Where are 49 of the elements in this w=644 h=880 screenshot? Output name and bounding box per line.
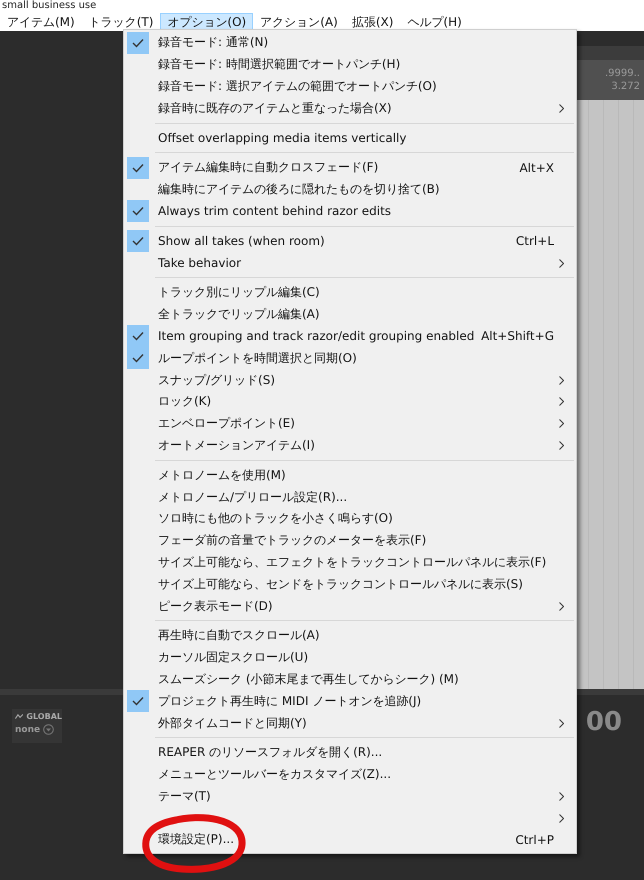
menu-item[interactable]: テーマ(T) <box>124 786 576 808</box>
menu-item[interactable]: 外部タイムコードと同期(Y) <box>124 712 576 734</box>
menu-item[interactable]: オートメーションアイテム(I) <box>124 434 576 456</box>
menu-item[interactable]: メトロノームを使用(M) <box>124 464 576 486</box>
menu-item[interactable]: 環境設定(P)... Ctrl+P <box>124 829 576 851</box>
timeline-header <box>574 46 644 60</box>
menu-item[interactable]: メニューとツールバーをカスタマイズ(Z)... <box>124 764 576 786</box>
menu-item[interactable]: サイズ上可能なら、エフェクトをトラックコントロールパネルに表示(F) <box>124 552 576 574</box>
ruler-label: .9999.. <box>605 68 640 79</box>
window-title: small business use <box>2 0 96 12</box>
menu-bar-item[interactable]: アクション(A) <box>253 12 345 32</box>
menu-item[interactable]: 録音モード: 選択アイテムの範囲でオートパンチ(O) <box>124 76 576 98</box>
menu-bar-item[interactable]: アイテム(M) <box>0 12 82 32</box>
menu-item[interactable]: 編集時にアイテムの後ろに隠れたものを切り捨て(B) <box>124 178 576 201</box>
ruler-label: 3.272 <box>611 81 640 92</box>
time-display: 00 <box>586 707 622 737</box>
menu-item[interactable]: プロジェクト再生時に MIDI ノートオンを追跡(J) <box>124 690 576 712</box>
menu-item[interactable]: ソロ時にも他のトラックを小さく鳴らす(O) <box>124 508 576 530</box>
menu-item[interactable]: スムーズシーク (小節末尾まで再生してからシーク) (M) <box>124 668 576 690</box>
menu-item[interactable]: フェーダ前の音量でトラックのメーターを表示(F) <box>124 530 576 552</box>
menu-item[interactable]: Always trim content behind razor edits <box>124 200 576 222</box>
menu-bar-item[interactable]: 拡張(X) <box>344 12 400 32</box>
menu-item[interactable]: エンベロープポイント(E) <box>124 412 576 435</box>
menu-item[interactable]: ロック(K) <box>124 390 576 413</box>
menu-item[interactable]: Show all takes (when room) Ctrl+L <box>124 230 576 252</box>
automation-mode-value: none <box>15 724 40 734</box>
menu-bar-item[interactable]: ヘルプ(H) <box>400 12 469 32</box>
menu-item[interactable]: 録音時に既存のアイテムと重なった場合(X) <box>124 97 576 120</box>
menu-item[interactable]: アイテム編集時に自動クロスフェード(F) Alt+X <box>124 156 576 179</box>
global-automation-panel[interactable]: GLOBAL none <box>12 709 62 743</box>
menu-item[interactable]: Offset overlapping media items vertically <box>124 127 576 149</box>
global-label: GLOBAL <box>26 712 62 721</box>
menu-item[interactable]: メトロノーム/プリロール設定(R)... <box>124 486 576 508</box>
menu-item[interactable]: 再生時に自動でスクロール(A) <box>124 624 576 647</box>
menu-item[interactable]: Item grouping and track razor/edit grouping enabled Alt+Shift+G <box>124 326 576 348</box>
menu-item[interactable]: 録音モード: 通常(N) <box>124 32 576 54</box>
menu-item[interactable]: ループポイントを時間選択と同期(O) <box>124 347 576 370</box>
menu-item[interactable]: Take behavior <box>124 252 576 274</box>
menu-item[interactable]: サイズ上可能なら、センドをトラックコントロールパネルに表示(S) <box>124 573 576 596</box>
envelope-icon <box>15 713 24 720</box>
dropdown-icon[interactable] <box>43 724 54 735</box>
menu-bar-item[interactable]: トラック(T) <box>82 12 160 32</box>
menu-item[interactable]: トラック別にリップル編集(C) <box>124 282 576 304</box>
menu-item[interactable]: ピーク表示モード(D) <box>124 595 576 617</box>
menu-item[interactable]: スナップ/グリッド(S) <box>124 369 576 391</box>
menu-item[interactable]: REAPER のリソースフォルダを開く(R)... <box>124 742 576 764</box>
menu-item[interactable]: 全トラックでリップル編集(A) <box>124 304 576 326</box>
menu-item[interactable]: 録音モード: 時間選択範囲でオートパンチ(H) <box>124 54 576 76</box>
menu-item[interactable]: カーソル固定スクロール(U) <box>124 646 576 669</box>
